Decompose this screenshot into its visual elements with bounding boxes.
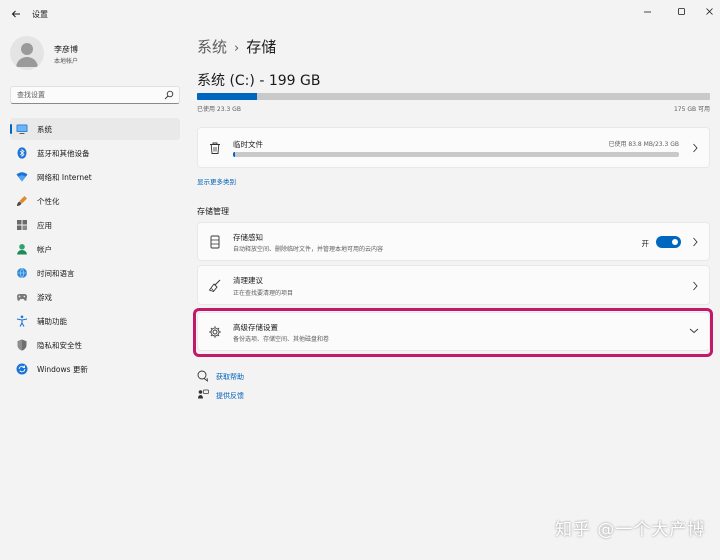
back-button[interactable] [8,6,24,22]
feedback-label: 提供反馈 [216,392,244,400]
avatar [10,36,44,70]
breadcrumb-separator: › [234,41,240,56]
sidebar-item-label: 帐户 [37,245,52,254]
storage-sense-subtitle: 自动释放空间、删除临时文件，并管理本地可用的云内容 [233,246,384,253]
user-name: 李彦博 [54,45,78,54]
search-input[interactable] [11,87,161,103]
title-bar: 设置 [0,0,720,30]
broom-icon [208,279,221,293]
sidebar-item-label: 辅助功能 [37,317,67,326]
sidebar-item-accessibility[interactable]: 辅助功能 [10,310,180,332]
search-icon[interactable] [164,90,174,100]
temp-files-usage: 已使用 83.8 MB/23.3 GB [608,141,679,148]
sidebar-item-time-language[interactable]: 时间和语言 [10,262,180,284]
sidebar-item-label: 时间和语言 [37,269,75,278]
watermark: 知乎 @一个大产博 [555,520,706,540]
accessibility-icon [16,315,28,327]
sidebar-item-label: 隐私和安全性 [37,341,82,350]
sidebar-item-privacy[interactable]: 隐私和安全性 [10,334,180,356]
feedback-icon [198,389,209,399]
sidebar-item-label: 系统 [37,125,52,134]
sidebar-item-system[interactable]: 系统 [10,118,180,140]
sidebar-item-gaming[interactable]: 游戏 [10,286,180,308]
sidebar-item-label: 网络和 Internet [37,173,92,182]
sidebar-nav: 系统 蓝牙和其他设备 网络和 Internet 个性化 应用 帐户 时间和语言 … [10,118,180,382]
storage-management-heading: 存储管理 [197,207,229,216]
system-icon [16,124,28,134]
sidebar-item-label: 游戏 [37,293,52,302]
storage-sense-title: 存储感知 [233,233,263,242]
storage-sense-toggle[interactable] [656,236,681,248]
toggle-state-label: 开 [641,239,650,248]
close-button[interactable] [698,4,720,18]
cleanup-subtitle: 正在查找要清理的项目 [233,290,294,297]
drive-usage-fill [197,93,258,100]
sidebar-item-apps[interactable]: 应用 [10,214,180,236]
time-language-icon [17,267,27,279]
cleanup-title: 清理建议 [233,276,263,285]
show-more-categories-link[interactable]: 显示更多类别 [197,176,236,186]
maximize-button[interactable] [670,4,692,18]
user-avatar-icon [16,43,38,67]
accounts-icon [17,244,27,255]
chevron-right-icon [693,281,698,291]
chevron-right-icon [693,143,698,153]
sidebar-item-bluetooth[interactable]: 蓝牙和其他设备 [10,142,180,164]
search-box[interactable] [10,86,180,104]
sidebar-item-accounts[interactable]: 帐户 [10,238,180,260]
maximize-icon [677,7,685,15]
temp-files-fill [233,152,236,157]
help-chat-icon [197,370,209,382]
feedback-link[interactable]: 提供反馈 [197,388,277,402]
storage-drive-icon [210,235,220,249]
network-icon [16,172,28,182]
temp-files-bar [233,152,679,157]
sidebar-item-label: Windows 更新 [37,365,88,374]
gaming-icon [17,294,27,301]
sidebar-item-network[interactable]: 网络和 Internet [10,166,180,188]
bluetooth-icon [17,147,27,159]
account-type: 本地帐户 [54,58,79,65]
chevron-right-icon[interactable] [691,237,699,247]
highlight-annotation [193,308,713,357]
page-title: 存储 [246,38,277,56]
close-icon [705,7,713,15]
drive-available-label: 175 GB 可用 [673,106,710,113]
storage-sense-card[interactable]: 存储感知 自动释放空间、删除临时文件，并管理本地可用的云内容 开 [197,222,710,261]
trash-icon [210,142,220,154]
personalization-icon [17,196,27,206]
back-arrow-icon [11,10,20,18]
sidebar-item-label: 蓝牙和其他设备 [37,149,90,158]
apps-icon [17,220,27,230]
temp-files-card[interactable]: 临时文件 已使用 83.8 MB/23.3 GB [197,127,710,168]
minimize-button[interactable] [636,4,658,18]
drive-used-label: 已使用 23.3 GB [197,106,241,113]
app-title: 设置 [32,10,48,19]
get-help-link[interactable]: 获取帮助 [197,369,277,383]
breadcrumb-parent[interactable]: 系统 [197,38,227,56]
sidebar-item-personalization[interactable]: 个性化 [10,190,180,212]
get-help-label: 获取帮助 [216,373,244,381]
cleanup-recommendations-card[interactable]: 清理建议 正在查找要清理的项目 [197,265,710,305]
breadcrumb: 系统 › 存储 [197,36,276,58]
privacy-icon [17,339,27,351]
minimize-icon [643,11,651,12]
user-profile[interactable]: 李彦博 本地帐户 [10,36,180,70]
toggle-knob [672,239,678,245]
temp-files-title: 临时文件 [233,140,263,149]
sidebar-item-label: 应用 [37,221,52,230]
sidebar-item-label: 个性化 [37,197,60,206]
windows-update-icon [16,363,28,375]
active-indicator [10,124,12,134]
sidebar-item-windows-update[interactable]: Windows 更新 [10,358,180,380]
drive-title: 系统 (C:) - 199 GB [197,73,321,89]
drive-usage-bar [197,93,710,100]
